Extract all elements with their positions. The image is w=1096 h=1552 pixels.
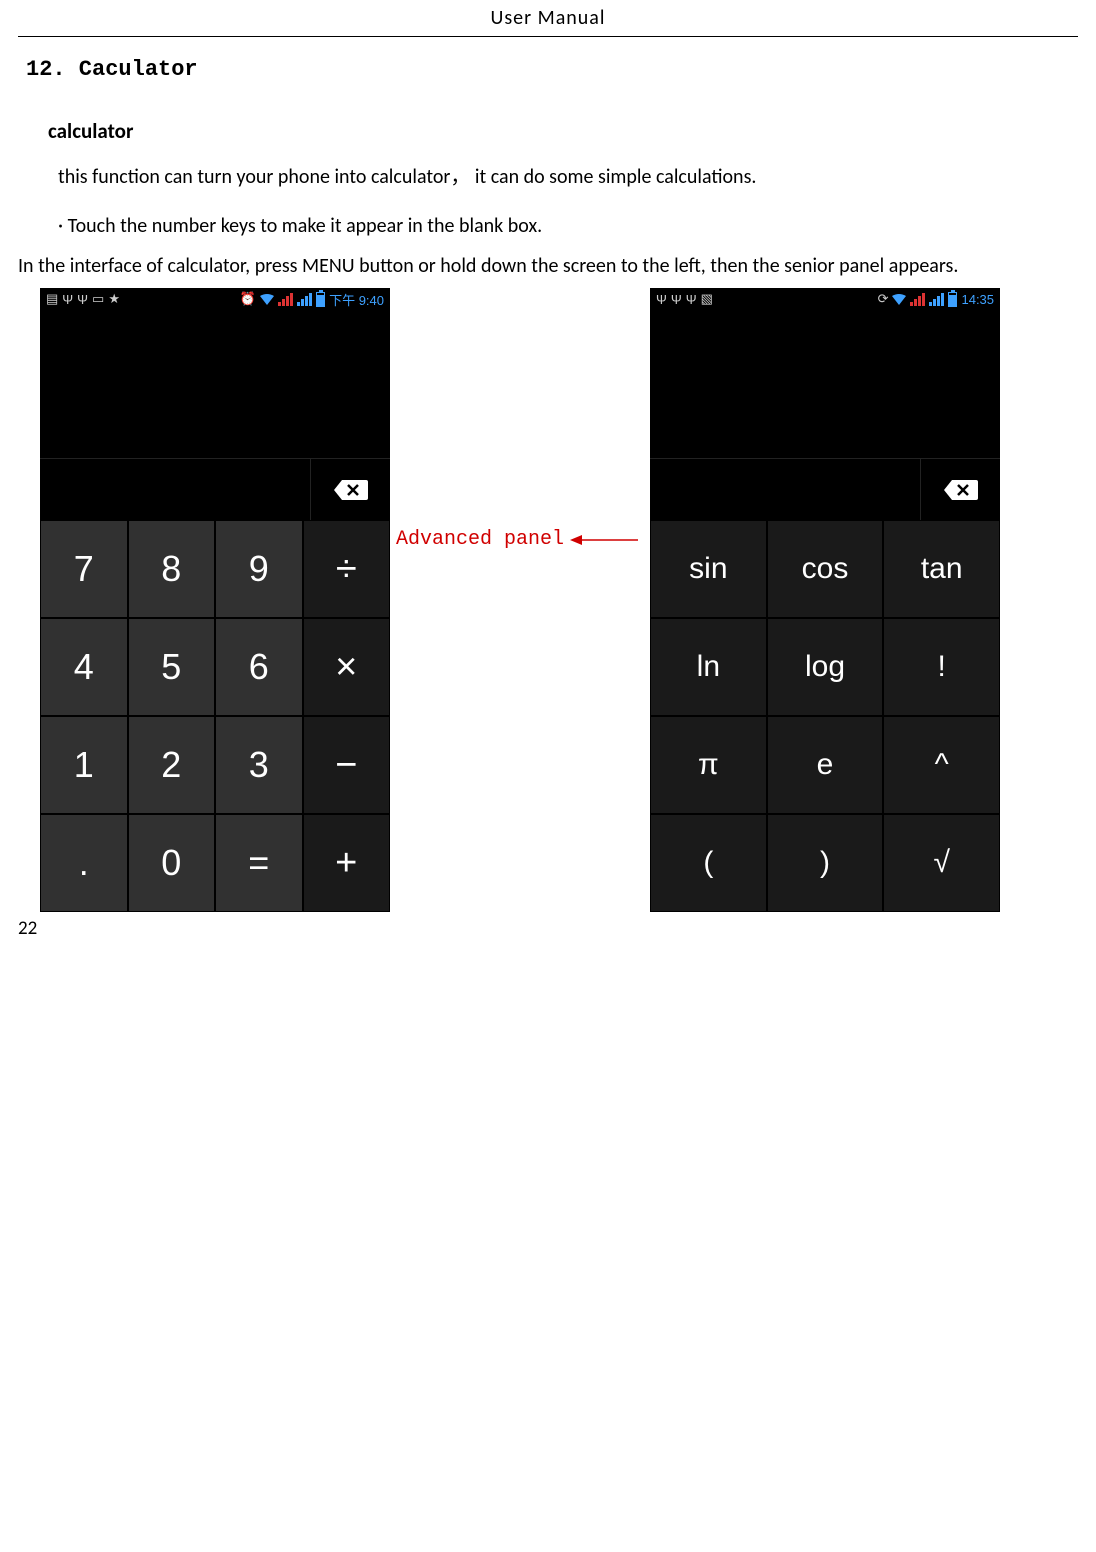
key-6[interactable]: 6: [215, 618, 303, 716]
advanced-keypad: sin cos tan ln log ! π e ^ ( ) √: [650, 520, 1000, 912]
backspace-button[interactable]: [310, 458, 390, 520]
usb-icon: Ψ: [62, 292, 73, 307]
key-multiply[interactable]: ×: [303, 618, 391, 716]
annotation-group: Advanced panel: [390, 528, 640, 551]
key-7[interactable]: 7: [40, 520, 128, 618]
subsection-heading: calculator: [48, 118, 1096, 144]
key-paren-close[interactable]: ): [767, 814, 884, 912]
signal-bars-icon: [910, 293, 925, 306]
arrow-icon: [570, 532, 640, 548]
key-equals[interactable]: =: [215, 814, 303, 912]
key-e[interactable]: e: [767, 716, 884, 814]
usb-icon: Ψ: [686, 292, 697, 307]
key-dot[interactable]: .: [40, 814, 128, 912]
sync-icon: ⟳: [878, 291, 889, 307]
instruction-text: In the interface of calculator, press ME…: [18, 254, 1078, 278]
key-paren-open[interactable]: (: [650, 814, 767, 912]
usb-icon: Ψ: [77, 292, 88, 307]
key-tan[interactable]: tan: [883, 520, 1000, 618]
backspace-icon: [944, 480, 978, 500]
status-bar: ▤ Ψ Ψ ▭ ★ ⏰ 下午 9:40: [40, 288, 390, 310]
calc-input[interactable]: [40, 458, 310, 520]
key-sqrt[interactable]: √: [883, 814, 1000, 912]
key-5[interactable]: 5: [128, 618, 216, 716]
key-ln[interactable]: ln: [650, 618, 767, 716]
key-divide[interactable]: ÷: [303, 520, 391, 618]
key-log[interactable]: log: [767, 618, 884, 716]
wifi-icon: [892, 294, 906, 305]
annotation-label: Advanced panel: [396, 528, 564, 551]
calc-input[interactable]: [650, 458, 920, 520]
description-text: this function can turn your phone into c…: [58, 162, 1096, 192]
calc-display[interactable]: [650, 310, 1000, 458]
signal-bars-icon: [297, 293, 312, 306]
usb-icon: Ψ: [656, 292, 667, 307]
key-8[interactable]: 8: [128, 520, 216, 618]
status-time: 14:35: [961, 292, 994, 307]
status-time: 下午 9:40: [329, 290, 384, 309]
wifi-icon: [260, 294, 274, 305]
battery-icon: [316, 292, 325, 307]
signal-bars-icon: [929, 293, 944, 306]
key-power[interactable]: ^: [883, 716, 1000, 814]
key-sin[interactable]: sin: [650, 520, 767, 618]
usb-icon: Ψ: [671, 292, 682, 307]
screenshot-advanced-calculator: Ψ Ψ Ψ ▧ ⟳ 14:35: [650, 288, 1000, 912]
bullet-marker: ·: [58, 214, 63, 238]
key-0[interactable]: 0: [128, 814, 216, 912]
page-number: 22: [18, 917, 37, 940]
header-rule: [18, 36, 1078, 37]
screenshot-basic-calculator: ▤ Ψ Ψ ▭ ★ ⏰ 下午 9:40: [40, 288, 390, 912]
key-cos[interactable]: cos: [767, 520, 884, 618]
star-icon: ★: [108, 291, 120, 307]
status-bar: Ψ Ψ Ψ ▧ ⟳ 14:35: [650, 288, 1000, 310]
section-heading: 12. Caculator: [26, 57, 1096, 82]
bullet-text: Touch the number keys to make it appear …: [68, 214, 543, 238]
calc-display[interactable]: [40, 310, 390, 458]
backspace-icon: [334, 480, 368, 500]
key-4[interactable]: 4: [40, 618, 128, 716]
key-plus[interactable]: +: [303, 814, 391, 912]
page-icon: ▤: [46, 291, 58, 307]
key-9[interactable]: 9: [215, 520, 303, 618]
key-factorial[interactable]: !: [883, 618, 1000, 716]
doc-icon: ▧: [701, 291, 713, 307]
basic-keypad: 7 8 9 ÷ 4 5 6 × 1 2 3 − . 0 = +: [40, 520, 390, 912]
key-pi[interactable]: π: [650, 716, 767, 814]
key-minus[interactable]: −: [303, 716, 391, 814]
alarm-icon: ⏰: [240, 291, 256, 307]
backspace-button[interactable]: [920, 458, 1000, 520]
page-header-title: User Manual: [0, 0, 1096, 36]
battery-icon: [948, 292, 957, 307]
message-icon: ▭: [92, 291, 104, 307]
signal-bars-icon: [278, 293, 293, 306]
bullet-line: · Touch the number keys to make it appea…: [58, 214, 1096, 238]
key-2[interactable]: 2: [128, 716, 216, 814]
key-1[interactable]: 1: [40, 716, 128, 814]
key-3[interactable]: 3: [215, 716, 303, 814]
